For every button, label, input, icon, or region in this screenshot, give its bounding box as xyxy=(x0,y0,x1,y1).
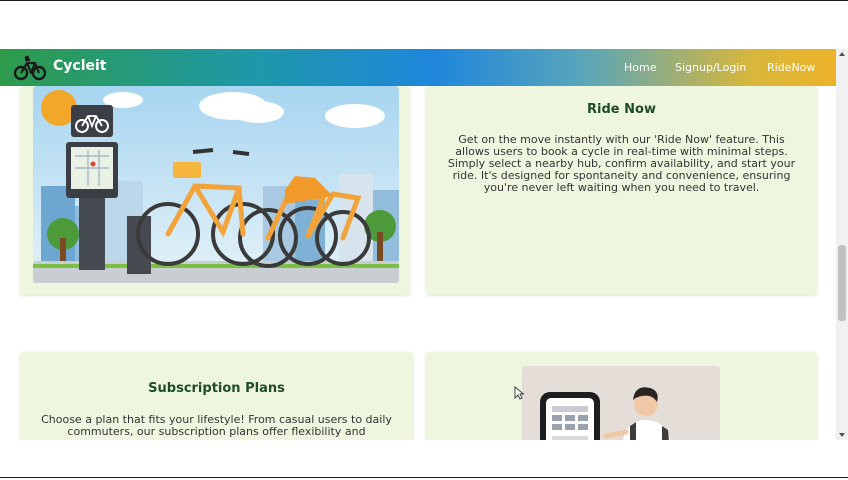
feature-cards: Ride Now Get on the move instantly with … xyxy=(0,86,836,440)
nav-home[interactable]: Home xyxy=(624,61,656,74)
scrollbar-thumb[interactable] xyxy=(838,245,846,321)
ride-now-description: Get on the move instantly with our 'Ride… xyxy=(447,133,796,194)
browser-top-area xyxy=(0,0,848,49)
subscription-illustration xyxy=(522,366,720,440)
page-scrollbar[interactable] xyxy=(836,49,848,440)
scroll-down-arrow-icon[interactable] xyxy=(839,433,845,437)
ride-now-title: Ride Now xyxy=(587,102,656,117)
bike-station-illustration xyxy=(33,86,399,283)
bicycle-icon[interactable] xyxy=(13,54,47,82)
subscription-description: Choose a plan that fits your lifestyle! … xyxy=(41,413,392,438)
nav-signup-login[interactable]: Signup/Login xyxy=(675,61,746,74)
subscription-image-card xyxy=(426,352,817,440)
scroll-up-arrow-icon[interactable] xyxy=(839,52,845,56)
window-border-top xyxy=(0,0,848,1)
ride-now-image-card xyxy=(20,86,410,295)
subscription-card: Subscription Plans Choose a plan that fi… xyxy=(20,352,413,440)
window-border-bottom xyxy=(0,477,848,478)
page-viewport: Cycleit Home Signup/Login RideNow Ride N… xyxy=(0,49,848,440)
ride-now-card: Ride Now Get on the move instantly with … xyxy=(426,86,817,295)
nav-ridenow[interactable]: RideNow xyxy=(767,61,815,74)
mouse-cursor-icon xyxy=(514,386,524,400)
browser-bottom-area xyxy=(0,440,848,480)
subscription-title: Subscription Plans xyxy=(148,381,285,396)
navbar: Cycleit Home Signup/Login RideNow xyxy=(0,49,836,86)
brand-name[interactable]: Cycleit xyxy=(53,58,106,74)
